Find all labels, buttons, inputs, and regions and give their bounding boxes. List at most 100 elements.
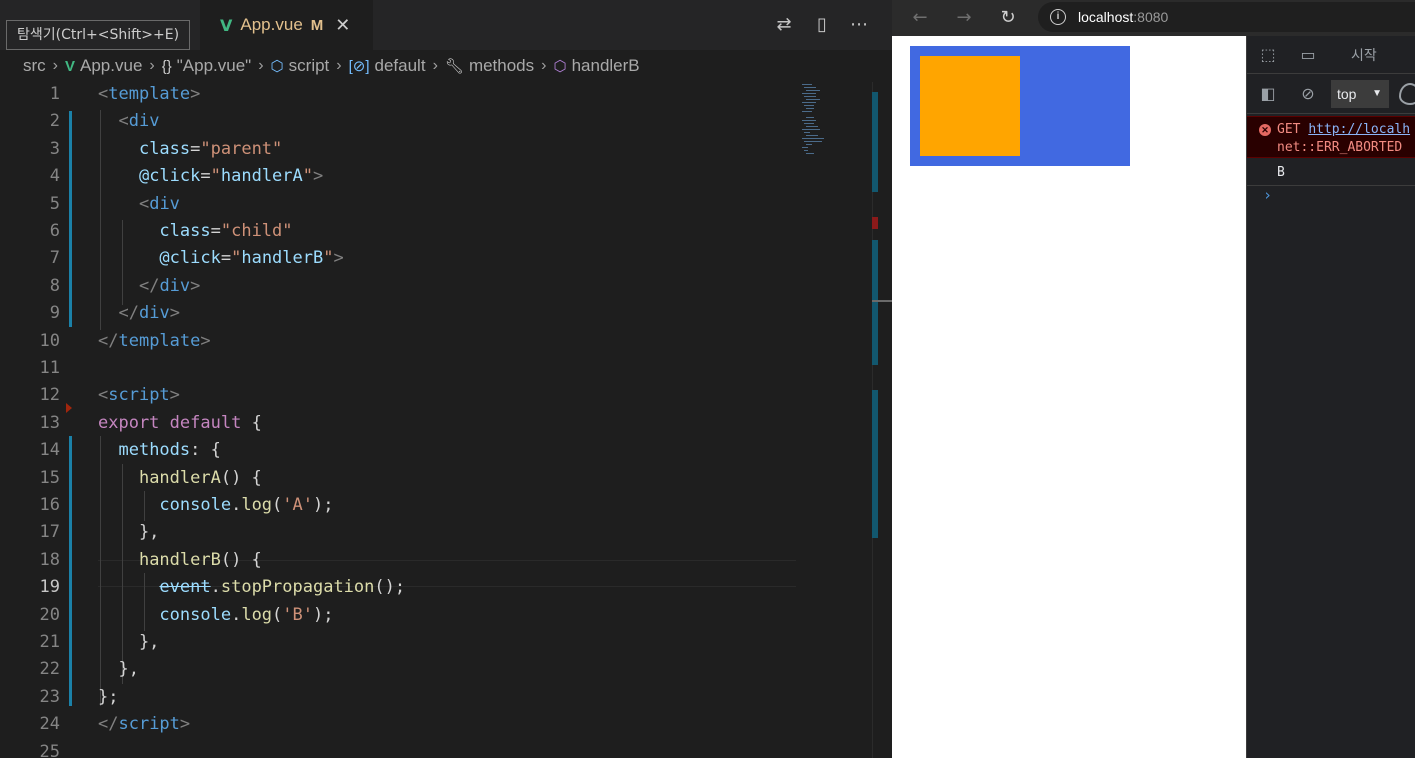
- clear-console-icon[interactable]: ⊘: [1297, 83, 1319, 105]
- tab-start[interactable]: 시작: [1351, 45, 1377, 65]
- code-line[interactable]: 16 console.log('A');: [0, 492, 870, 519]
- code-line[interactable]: 14 methods: {: [0, 437, 870, 464]
- code-line[interactable]: 2 <div: [0, 108, 870, 135]
- code-token: event: [159, 577, 211, 598]
- breadcrumb-item-methods[interactable]: methods: [469, 56, 534, 76]
- code-token: "parent": [200, 138, 283, 159]
- chevron-right-icon: ›: [149, 57, 155, 74]
- code-token: template: [108, 84, 191, 104]
- live-expression-eye-icon[interactable]: [1399, 83, 1415, 105]
- breadcrumb-item-file[interactable]: App.vue: [80, 56, 142, 76]
- code-line[interactable]: 17 },: [0, 519, 870, 546]
- line-number: 11: [39, 358, 60, 378]
- code-line[interactable]: 19 event.stopPropagation();: [0, 574, 870, 601]
- code-token: div: [149, 193, 180, 214]
- code-line[interactable]: 6 class="child": [0, 218, 870, 245]
- info-icon[interactable]: i: [1050, 9, 1066, 25]
- code-editor: V App.vue M ✕ ⇄ ▯ ⋯ 탐색기(Ctrl+<Shift>+E) …: [0, 0, 892, 758]
- more-actions-icon[interactable]: ⋯: [846, 12, 872, 38]
- code-line[interactable]: 25: [0, 739, 870, 758]
- console-log-message: B: [1247, 160, 1415, 186]
- code-line[interactable]: 22 },: [0, 656, 870, 683]
- code-line[interactable]: 1 <template>: [0, 81, 870, 108]
- breadcrumb-item-src[interactable]: src: [23, 56, 46, 76]
- line-number: 7: [49, 248, 60, 269]
- browser-toolbar: ← → ↻ i localhost:8080: [892, 0, 1415, 36]
- code-line[interactable]: 7 @click="handlerB">: [0, 245, 870, 272]
- code-token: @click: [159, 248, 221, 269]
- code-text: export default {: [98, 410, 262, 437]
- code-text: },: [98, 629, 159, 656]
- line-number: 3: [49, 138, 60, 159]
- child-div[interactable]: [920, 56, 1020, 156]
- code-token: div: [128, 111, 160, 132]
- minimap-line: [806, 153, 814, 154]
- code-line[interactable]: 9 </div>: [0, 300, 870, 327]
- device-toolbar-icon[interactable]: ▭: [1297, 44, 1319, 66]
- code-token: >: [313, 166, 324, 187]
- caret-down-icon: ▼: [1372, 88, 1382, 99]
- line-number: 19: [39, 577, 60, 598]
- context-selector[interactable]: top ▼: [1331, 80, 1389, 108]
- code-line[interactable]: 5 <div: [0, 191, 870, 218]
- error-url-link[interactable]: http://localh: [1308, 122, 1410, 137]
- code-token: div: [138, 303, 170, 324]
- code-line[interactable]: 23};: [0, 684, 870, 711]
- close-icon[interactable]: ✕: [335, 15, 350, 36]
- code-token: <: [138, 193, 150, 214]
- breadcrumb-item-module[interactable]: "App.vue": [177, 56, 251, 76]
- code-line[interactable]: 24 </script>: [0, 711, 870, 738]
- code-token: script: [118, 714, 180, 735]
- split-editor-icon[interactable]: ▯: [809, 12, 835, 38]
- url-host: localhost: [1078, 9, 1134, 25]
- back-arrow-icon[interactable]: ←: [906, 4, 934, 32]
- breadcrumb-item-default[interactable]: default: [375, 56, 426, 76]
- code-token: {: [241, 412, 262, 433]
- code-line[interactable]: 4 @click="handlerA">: [0, 163, 870, 190]
- error-icon: ✕: [1259, 124, 1271, 136]
- chevron-right-icon: ›: [541, 57, 547, 74]
- code-token: handlerB: [241, 248, 324, 269]
- code-token: </: [138, 275, 160, 296]
- url-port: :8080: [1133, 9, 1169, 25]
- console-prompt[interactable]: ›: [1263, 186, 1272, 204]
- address-bar[interactable]: i localhost:8080: [1038, 2, 1415, 32]
- minimap[interactable]: [796, 82, 872, 162]
- compare-changes-icon[interactable]: ⇄: [771, 12, 797, 38]
- code-token: },: [98, 522, 160, 543]
- reload-icon[interactable]: ↻: [994, 4, 1022, 32]
- code-line[interactable]: 13 export default {: [0, 410, 870, 437]
- minimap-line: [806, 117, 814, 118]
- code-line[interactable]: 21 },: [0, 629, 870, 656]
- code-line[interactable]: 8 </div>: [0, 273, 870, 300]
- code-line[interactable]: 11: [0, 355, 870, 382]
- code-line[interactable]: 15 handlerA() {: [0, 465, 870, 492]
- parent-div[interactable]: [910, 46, 1130, 166]
- breadcrumb-item-handlerb[interactable]: handlerB: [572, 56, 640, 76]
- sidebar-toggle-icon[interactable]: ◧: [1257, 83, 1279, 105]
- inspect-element-icon[interactable]: ⬚: [1257, 44, 1279, 66]
- forward-arrow-icon[interactable]: →: [950, 4, 978, 32]
- error-request-line: GET http://localh: [1277, 122, 1410, 137]
- code-text: @click="handlerA">: [98, 163, 323, 190]
- code-line[interactable]: 18 handlerB() {: [0, 547, 870, 574]
- line-number: 23: [39, 686, 60, 707]
- code-line[interactable]: 12 <script>: [0, 382, 870, 409]
- code-line[interactable]: 20 console.log('B');: [0, 602, 870, 629]
- code-text: <script>: [98, 382, 180, 409]
- minimap-line: [804, 132, 810, 133]
- breadcrumb-item-script[interactable]: script: [289, 56, 330, 76]
- line-number: 6: [49, 221, 60, 241]
- tab-app-vue[interactable]: V App.vue M ✕: [200, 0, 373, 50]
- scroll-change-marker: [872, 390, 878, 538]
- code-line[interactable]: 10 </template>: [0, 328, 870, 355]
- code-token: ": [323, 248, 334, 269]
- code-area[interactable]: 1 <template> 2 <div 3 class="parent" 4 @clic…: [0, 80, 870, 758]
- code-text: },: [98, 656, 138, 683]
- code-line[interactable]: 3 class="parent": [0, 136, 870, 163]
- tab-label: App.vue: [240, 15, 303, 34]
